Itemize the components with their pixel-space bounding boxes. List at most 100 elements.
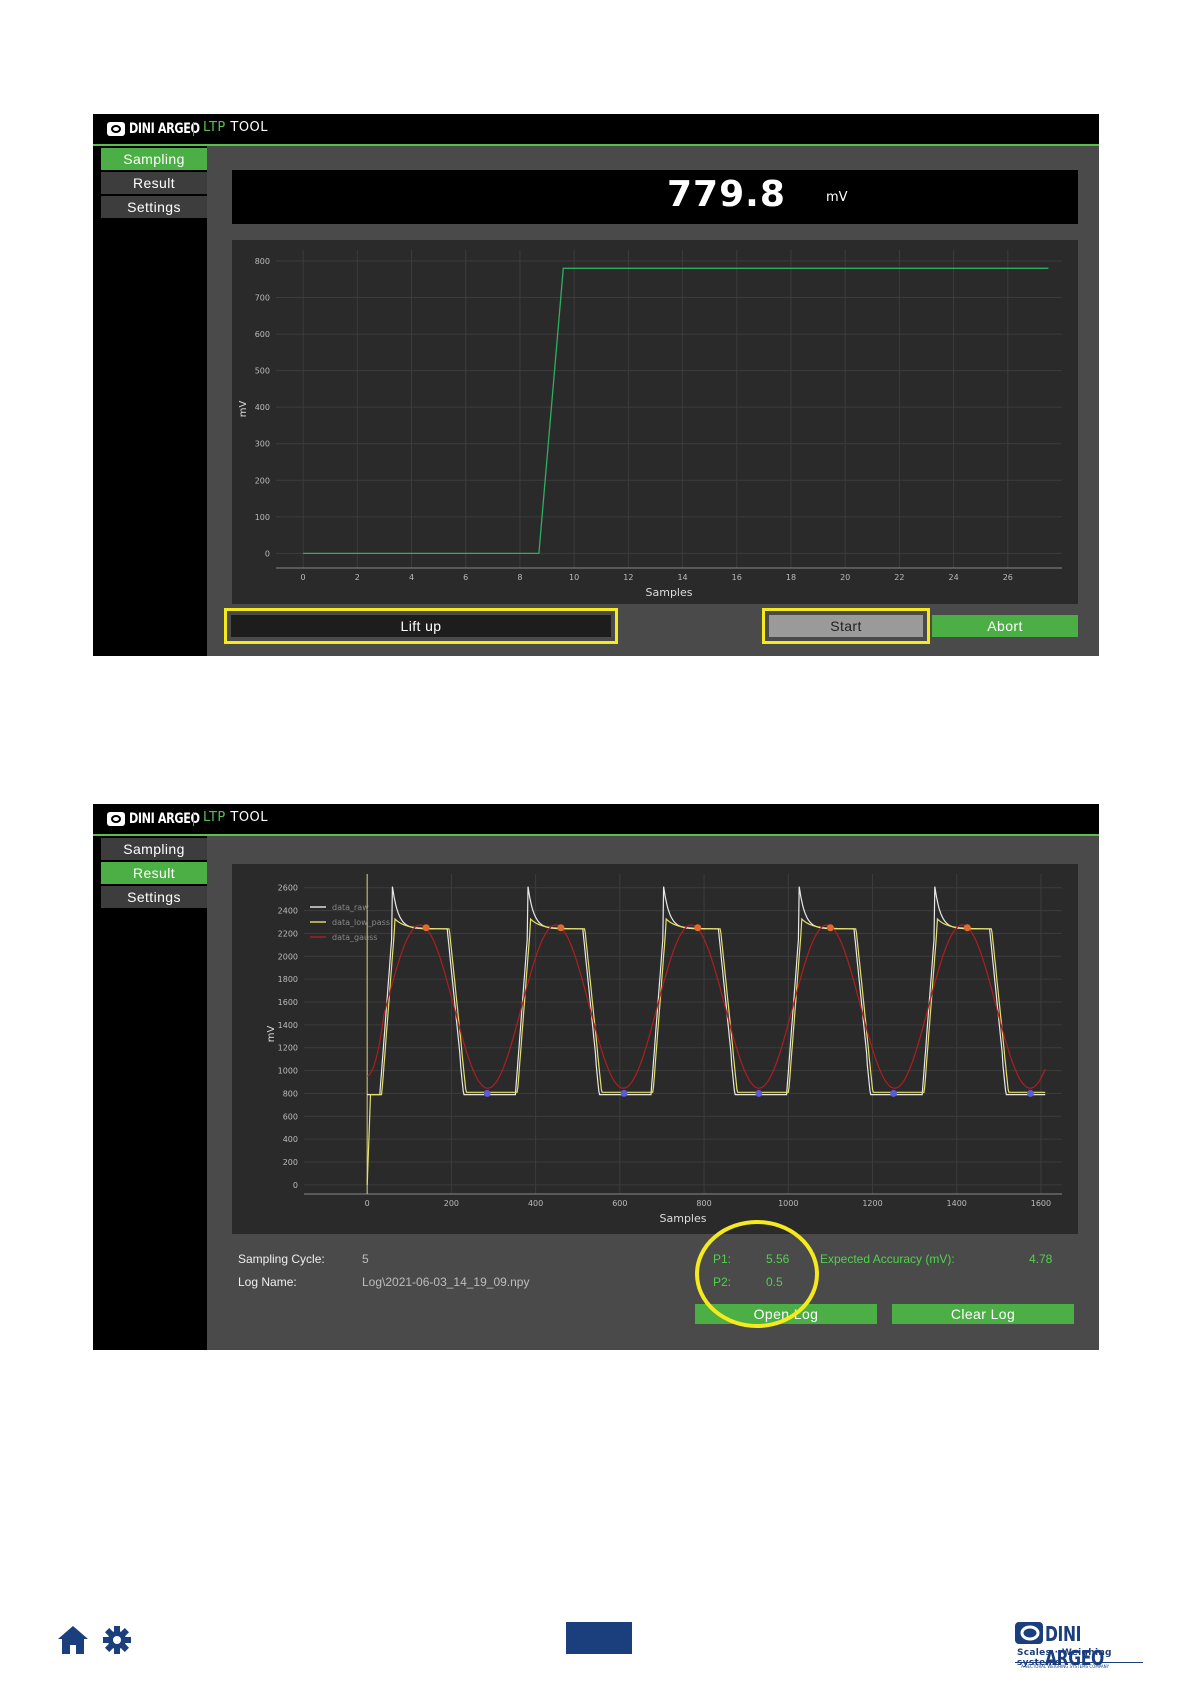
result-chart: 0 200 400 600 800 1000 1200 1400 1600 0 200 400 600 8… — [232, 864, 1078, 1234]
x-tick-label: 24 — [948, 573, 958, 582]
x-axis-label: Samples — [646, 586, 693, 599]
max-marker — [826, 924, 834, 932]
title-bar: DINI ARGEO LTP TOOL — [93, 804, 1099, 836]
sampling-chart-svg: 0 2 4 6 8 10 12 14 16 18 20 22 24 2601002003004005006… — [238, 250, 1062, 599]
x-tick-label: 800 — [696, 1199, 711, 1208]
y-axis-label: mV — [266, 1026, 277, 1043]
footer-divider — [1015, 1662, 1143, 1663]
y-tick-label: 1400 — [278, 1021, 298, 1030]
legend-label: data_low_pass — [332, 918, 390, 927]
nav-sampling[interactable]: Sampling — [101, 838, 207, 860]
app-window-sampling: DINI ARGEO LTP TOOL Sampling Result Sett… — [93, 114, 1099, 656]
live-readout: 779.8 mV — [232, 170, 1078, 224]
x-tick-label: 600 — [612, 1199, 627, 1208]
series-data_gauss — [366, 924, 1046, 1089]
sidebar: Sampling Result Settings — [93, 146, 207, 656]
max-marker — [963, 924, 971, 932]
y-tick-label: 800 — [283, 1089, 298, 1098]
y-tick-label: 200 — [255, 476, 270, 485]
x-tick-label: 1600 — [1031, 1199, 1051, 1208]
brand-logo: DINI ARGEO — [107, 810, 217, 828]
x-tick-label: 0 — [301, 573, 306, 582]
series-line — [303, 267, 1049, 555]
min-marker — [1026, 1089, 1034, 1097]
home-icon[interactable] — [57, 1625, 89, 1655]
brand-mark-icon — [1015, 1622, 1043, 1644]
x-tick-label: 20 — [840, 573, 850, 582]
expected-accuracy-label: Expected Accuracy (mV): — [820, 1252, 955, 1266]
max-marker — [422, 924, 430, 932]
x-tick-label: 400 — [528, 1199, 543, 1208]
x-tick-label: 18 — [786, 573, 796, 582]
sampling-cycle-value: 5 — [362, 1252, 369, 1266]
x-tick-label: 12 — [623, 573, 633, 582]
log-name-label: Log Name: — [238, 1275, 297, 1289]
nav-settings[interactable]: Settings — [101, 196, 207, 218]
max-marker — [694, 924, 702, 932]
y-tick-label: 400 — [255, 403, 270, 412]
x-tick-label: 26 — [1003, 573, 1013, 582]
series-data_low_pass — [366, 917, 1046, 1185]
y-tick-label: 500 — [255, 367, 270, 376]
y-tick-label: 1600 — [278, 998, 298, 1007]
y-tick-label: 0 — [265, 549, 270, 558]
nav-sampling[interactable]: Sampling — [101, 148, 207, 170]
footer-brand-logo: DINI ARGEO Scales · Weighing systems A S… — [1015, 1622, 1145, 1670]
gear-icon[interactable] — [102, 1625, 132, 1655]
sampling-cycle-label: Sampling Cycle: — [238, 1252, 325, 1266]
y-tick-label: 2200 — [278, 929, 298, 938]
y-axis-label: mV — [238, 401, 249, 418]
y-tick-label: 1800 — [278, 975, 298, 984]
abort-button[interactable]: Abort — [932, 615, 1078, 637]
legend-label: data_gauss — [332, 933, 377, 942]
result-chart-svg: 0 200 400 600 800 1000 1200 1400 1600 0 200 400 600 8… — [266, 874, 1062, 1225]
y-tick-label: 700 — [255, 294, 270, 303]
brand-name: DINI ARGEO — [129, 121, 200, 137]
x-tick-label: 1400 — [947, 1199, 967, 1208]
clear-log-button[interactable]: Clear Log — [892, 1304, 1074, 1324]
sidebar: Sampling Result Settings — [93, 836, 207, 1350]
brand-logo: DINI ARGEO — [107, 120, 217, 138]
x-tick-label: 22 — [894, 573, 904, 582]
log-name-value: Log\2021-06-03_14_19_09.npy — [362, 1275, 530, 1289]
readout-value: 779.8 — [667, 174, 786, 215]
y-tick-label: 1200 — [278, 1044, 298, 1053]
nav-result[interactable]: Result — [101, 172, 207, 194]
readout-unit: mV — [826, 190, 848, 205]
x-tick-label: 2 — [355, 573, 360, 582]
app-title: LTP TOOL — [203, 120, 269, 135]
y-tick-label: 100 — [255, 513, 270, 522]
min-marker — [620, 1089, 628, 1097]
min-marker — [755, 1089, 763, 1097]
nav-result[interactable]: Result — [101, 862, 207, 884]
y-tick-label: 2000 — [278, 952, 298, 961]
x-tick-label: 10 — [569, 573, 579, 582]
x-tick-label: 1000 — [778, 1199, 798, 1208]
brand-name: DINI ARGEO — [129, 811, 200, 827]
y-tick-label: 1000 — [278, 1067, 298, 1076]
x-tick-label: 200 — [444, 1199, 459, 1208]
min-marker — [483, 1089, 491, 1097]
y-tick-label: 2400 — [278, 907, 298, 916]
app-window-result: DINI ARGEO LTP TOOL Sampling Result Sett… — [93, 804, 1099, 1350]
x-tick-label: 8 — [517, 573, 522, 582]
min-marker — [890, 1089, 898, 1097]
highlight-circle — [695, 1220, 819, 1328]
y-tick-label: 600 — [255, 330, 270, 339]
sampling-chart: 0 2 4 6 8 10 12 14 16 18 20 22 24 26 0 100 200 300 400 500 6… — [232, 240, 1078, 604]
y-tick-label: 300 — [255, 440, 270, 449]
y-tick-label: 0 — [293, 1181, 298, 1190]
title-separator — [193, 812, 194, 826]
max-marker — [557, 924, 565, 932]
x-tick-label: 1200 — [862, 1199, 882, 1208]
app-title: LTP TOOL — [203, 810, 269, 825]
highlight-frame-start — [762, 608, 930, 644]
nav-settings[interactable]: Settings — [101, 886, 207, 908]
y-tick-label: 200 — [283, 1158, 298, 1167]
title-separator — [193, 122, 194, 136]
highlight-frame-lift-up — [224, 608, 618, 644]
page-number-box — [566, 1622, 632, 1654]
x-tick-label: 6 — [463, 573, 468, 582]
legend-label: data_raw — [332, 903, 369, 912]
y-tick-label: 2600 — [278, 884, 298, 893]
